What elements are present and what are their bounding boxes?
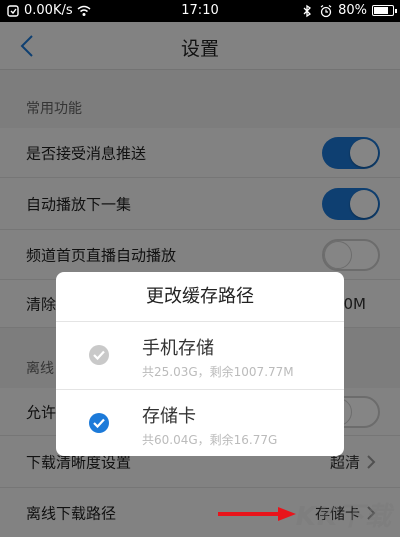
dialog-title: 更改缓存路径	[56, 272, 344, 322]
option-detail: 共60.04G，剩余16.77G	[142, 433, 278, 447]
option-detail: 共25.03G，剩余1007.77M	[142, 365, 294, 379]
check-circle-icon	[89, 345, 109, 365]
option-phone-storage[interactable]: 手机存储 共25.03G，剩余1007.77M	[56, 322, 344, 389]
storage-path-dialog: 更改缓存路径 手机存储 共25.03G，剩余1007.77M 存储卡 共60.0…	[56, 272, 344, 456]
battery-percent: 80%	[338, 3, 367, 18]
option-name: 存储卡	[142, 406, 196, 427]
check-circle-icon	[89, 413, 109, 433]
battery-icon	[372, 5, 397, 16]
status-bar: 0.00K/s 17:10 80%	[0, 0, 400, 22]
watermark: KK下载	[295, 502, 392, 532]
alarm-icon	[320, 4, 332, 17]
red-arrow-icon	[218, 507, 296, 521]
battery-fill	[374, 7, 388, 14]
bluetooth-icon	[303, 4, 312, 17]
status-right: 80%	[300, 3, 397, 18]
option-sd-card[interactable]: 存储卡 共60.04G，剩余16.77G	[56, 389, 344, 456]
option-name: 手机存储	[142, 338, 214, 359]
